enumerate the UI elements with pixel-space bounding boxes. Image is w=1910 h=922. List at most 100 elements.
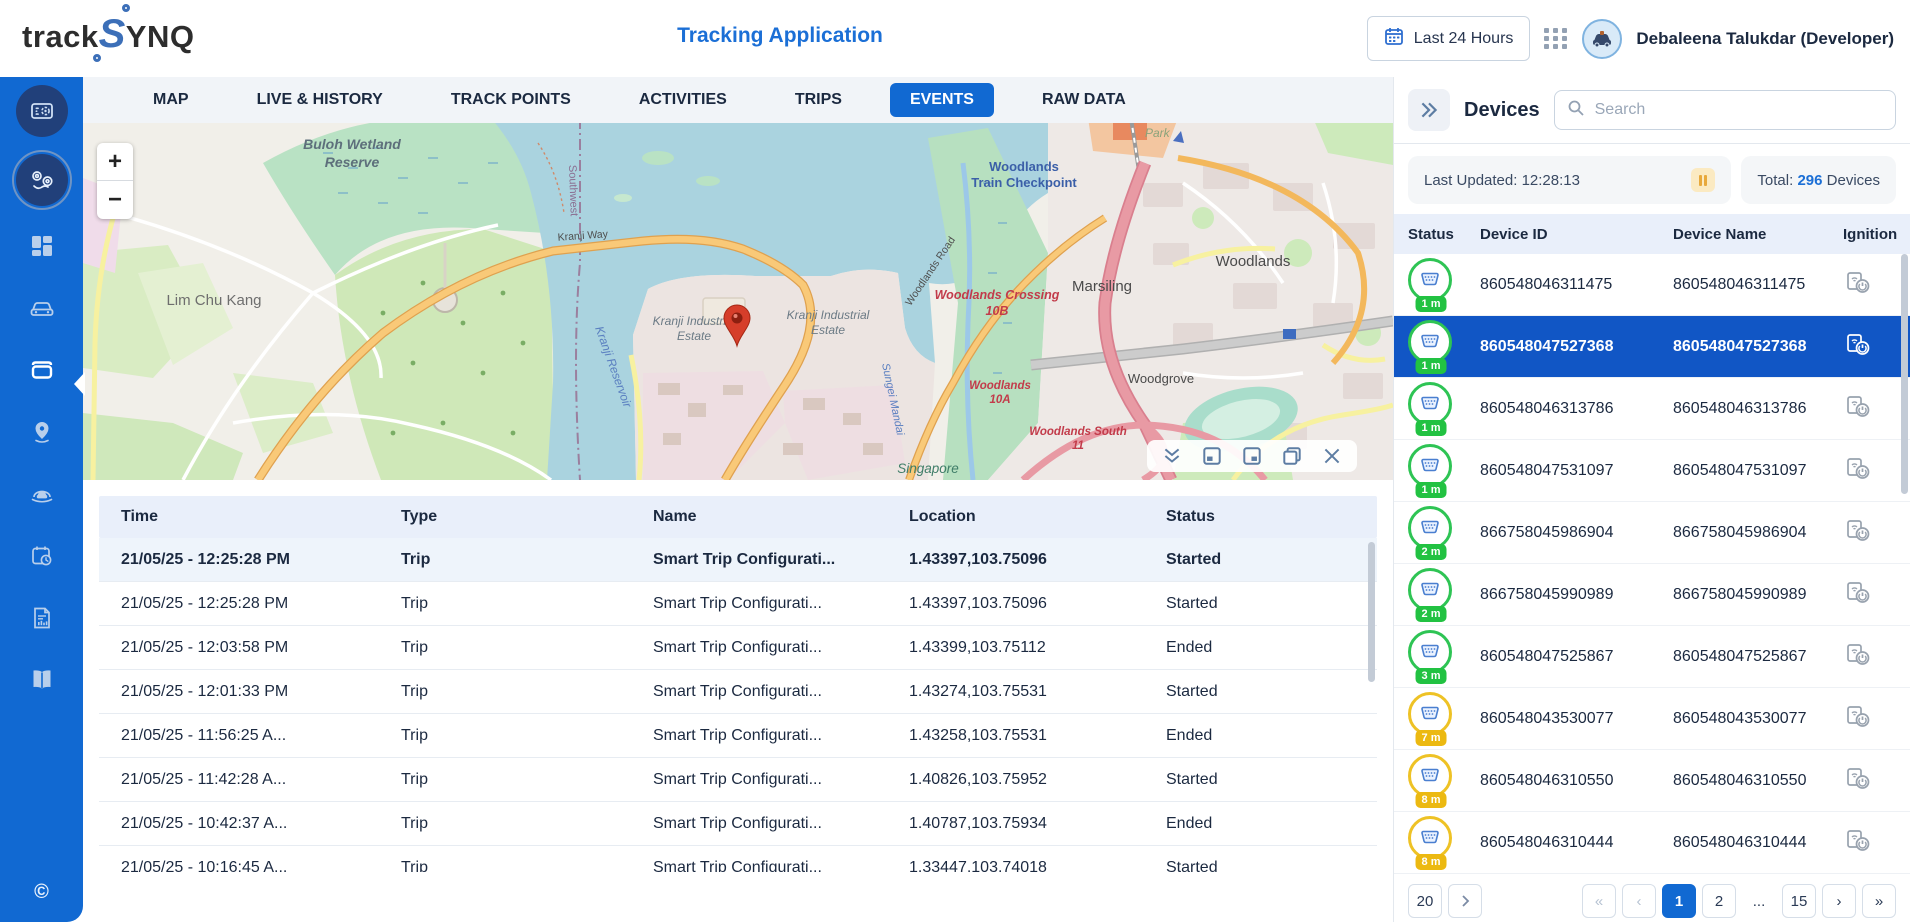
svg-text:Woodlands: Woodlands: [969, 380, 1031, 392]
svg-text:Woodlands: Woodlands: [1216, 253, 1291, 270]
left-sidebar: ©: [0, 77, 83, 922]
table-row[interactable]: 21/05/25 - 11:56:25 A...TripSmart Trip C…: [99, 714, 1377, 758]
table-row[interactable]: 21/05/25 - 12:03:58 PMTripSmart Trip Con…: [99, 626, 1377, 670]
pause-refresh-icon[interactable]: [1691, 168, 1715, 192]
device-row[interactable]: 3 m 860548047525867 860548047525867: [1394, 626, 1910, 688]
devices-scrollbar[interactable]: [1901, 254, 1908, 494]
device-row[interactable]: 2 m 866758045986904 866758045986904: [1394, 502, 1910, 564]
user-name[interactable]: Debaleena Talukdar (Developer): [1636, 29, 1894, 49]
sidebar-item-vehicles[interactable]: [0, 277, 83, 339]
device-id: 860548046313786: [1480, 400, 1673, 418]
svg-text:Marsiling: Marsiling: [1072, 278, 1132, 295]
device-row[interactable]: 8 m 860548046310550 860548046310550: [1394, 750, 1910, 812]
car-icon: [28, 294, 56, 322]
tab-track-points[interactable]: TRACK POINTS: [417, 83, 605, 117]
sidebar-item-documentation[interactable]: [0, 649, 83, 711]
top-right-cluster: Last 24 Hours Debaleena Talukdar (Develo…: [1367, 0, 1894, 77]
dashboard-icon: [29, 233, 55, 259]
page-button-1[interactable]: 1: [1662, 884, 1696, 918]
total-label: Total:: [1757, 172, 1793, 189]
device-id: 860548046311475: [1480, 276, 1673, 294]
search-icon: [1567, 99, 1585, 122]
device-row[interactable]: 1 m 860548046313786 860548046313786: [1394, 378, 1910, 440]
sidebar-item-locations[interactable]: [0, 401, 83, 463]
sidebar-item-route-tracking[interactable]: [0, 145, 83, 215]
zoom-in-button[interactable]: +: [97, 143, 133, 181]
tab-live-history[interactable]: LIVE & HISTORY: [223, 83, 417, 117]
svg-text:Woodlands Crossing: Woodlands Crossing: [935, 288, 1060, 302]
ignition-icon: [1843, 267, 1910, 302]
table-row[interactable]: 21/05/25 - 10:16:45 A...TripSmart Trip C…: [99, 846, 1377, 872]
collapse-devices-button[interactable]: [1408, 89, 1450, 131]
layout-bottom-left-icon[interactable]: [1201, 445, 1223, 467]
sidebar-item-dashboard[interactable]: [0, 215, 83, 277]
next-page-button[interactable]: ›: [1822, 884, 1856, 918]
svg-text:10A: 10A: [989, 394, 1010, 406]
tab-events[interactable]: EVENTS: [890, 83, 994, 117]
device-status-icon: 2 m: [1408, 506, 1454, 560]
report-document-icon: [29, 605, 55, 631]
tab-activities[interactable]: ACTIVITIES: [605, 83, 761, 117]
sidebar-item-schedule[interactable]: [0, 525, 83, 587]
table-row[interactable]: 21/05/25 - 12:25:28 PMTripSmart Trip Con…: [99, 582, 1377, 626]
map-canvas: Park Buloh Wetland Reserve Lim Chu Kang …: [83, 123, 1393, 480]
page-size-expand-button[interactable]: [1448, 884, 1482, 918]
sidebar-item-reports[interactable]: [0, 587, 83, 649]
device-status-icon: 1 m: [1408, 444, 1454, 498]
svg-text:Buloh Wetland: Buloh Wetland: [303, 136, 401, 152]
device-row-selected[interactable]: 1 m 860548047527368 860548047527368: [1394, 316, 1910, 378]
zoom-out-button[interactable]: −: [97, 181, 133, 219]
search-input[interactable]: [1595, 101, 1883, 119]
table-row[interactable]: 21/05/25 - 12:25:28 PMTripSmart Trip Con…: [99, 538, 1377, 582]
sidebar-item-device-config[interactable]: [0, 77, 83, 145]
prev-page-button[interactable]: ‹: [1622, 884, 1656, 918]
last-updated-label: Last Updated:: [1424, 172, 1517, 189]
layout-bottom-right-icon[interactable]: [1241, 445, 1263, 467]
page-button-2[interactable]: 2: [1702, 884, 1736, 918]
sidebar-item-geofence[interactable]: [0, 463, 83, 525]
sidebar-item-devices[interactable]: [0, 339, 83, 401]
book-icon: [28, 666, 56, 694]
layout-full-icon[interactable]: [1281, 445, 1303, 467]
ignition-icon: [1843, 515, 1910, 550]
copyright-icon[interactable]: ©: [0, 881, 83, 904]
collapse-panel-icon[interactable]: [1161, 445, 1183, 467]
device-row[interactable]: 7 m 860548043530077 860548043530077: [1394, 688, 1910, 750]
devices-info-row: Last Updated: 12:28:13 Total: 296 Device…: [1394, 144, 1910, 214]
location-pin-icon: [29, 419, 55, 445]
map[interactable]: Park Buloh Wetland Reserve Lim Chu Kang …: [83, 123, 1393, 480]
avatar[interactable]: [1582, 19, 1622, 59]
time-range-button[interactable]: Last 24 Hours: [1367, 16, 1531, 61]
ignition-icon: [1843, 825, 1910, 860]
device-search[interactable]: [1554, 90, 1896, 130]
page-button-15[interactable]: 15: [1782, 884, 1816, 918]
device-status-icon: 8 m: [1408, 816, 1454, 870]
events-scrollbar[interactable]: [1368, 542, 1375, 682]
tracking-application: trackSYNQ Tracking Application Last 24 H…: [0, 0, 1910, 922]
last-page-button[interactable]: »: [1862, 884, 1896, 918]
page-size-select[interactable]: 20: [1408, 884, 1442, 918]
col-type: Type: [379, 508, 631, 526]
svg-text:Reserve: Reserve: [325, 154, 380, 170]
close-panel-icon[interactable]: [1321, 445, 1343, 467]
device-id: 866758045986904: [1480, 524, 1673, 542]
device-row[interactable]: 1 m 860548047531097 860548047531097: [1394, 440, 1910, 502]
ignition-icon: [1843, 453, 1910, 488]
route-tracking-icon: [16, 154, 68, 206]
device-id: 860548046310550: [1480, 772, 1673, 790]
tab-trips[interactable]: TRIPS: [761, 83, 876, 117]
tab-raw-data[interactable]: RAW DATA: [1008, 83, 1160, 117]
device-row[interactable]: 1 m 860548046311475 860548046311475: [1394, 254, 1910, 316]
device-id: 860548046310444: [1480, 834, 1673, 852]
table-row[interactable]: 21/05/25 - 11:42:28 A...TripSmart Trip C…: [99, 758, 1377, 802]
device-status-icon: 3 m: [1408, 630, 1454, 684]
svg-text:Train Checkpoint: Train Checkpoint: [971, 175, 1077, 190]
table-row[interactable]: 21/05/25 - 10:42:37 A...TripSmart Trip C…: [99, 802, 1377, 846]
table-row[interactable]: 21/05/25 - 12:01:33 PMTripSmart Trip Con…: [99, 670, 1377, 714]
tab-map[interactable]: MAP: [119, 83, 223, 117]
device-row[interactable]: 2 m 866758045990989 866758045990989: [1394, 564, 1910, 626]
app-grid-icon[interactable]: [1544, 28, 1568, 49]
device-status-icon: 2 m: [1408, 568, 1454, 622]
first-page-button[interactable]: «: [1582, 884, 1616, 918]
device-row[interactable]: 8 m 860548046310444 860548046310444: [1394, 812, 1910, 874]
